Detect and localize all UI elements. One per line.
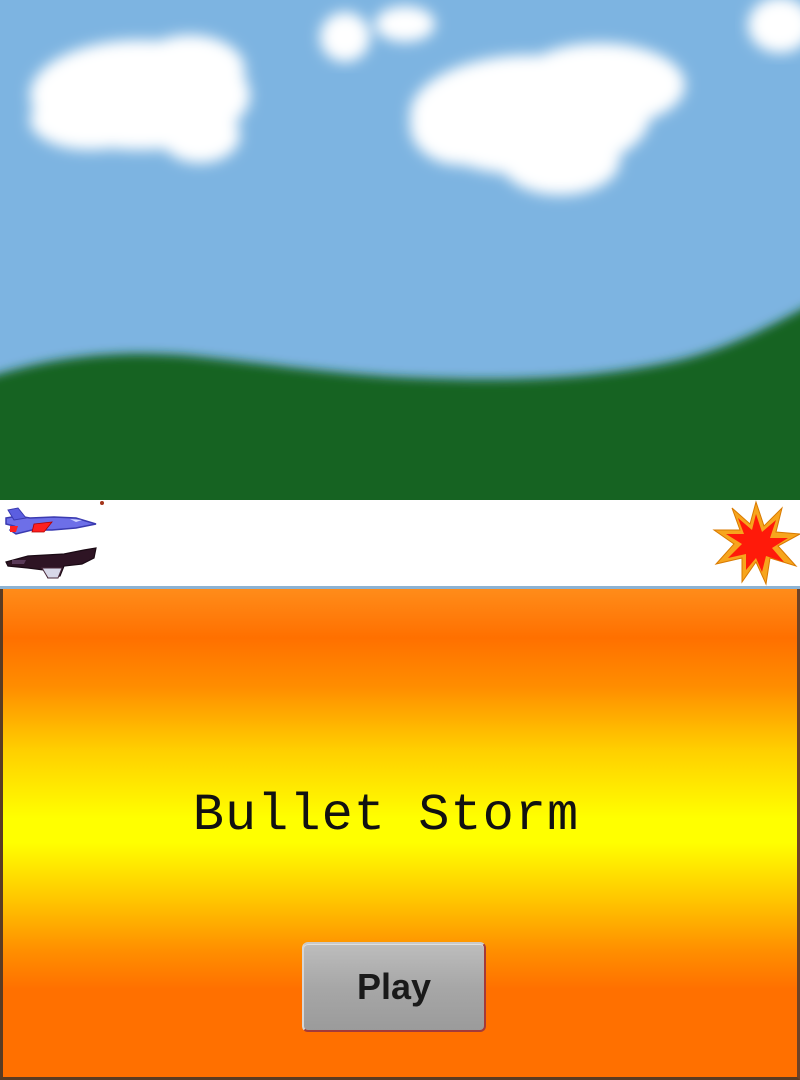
sky-background	[0, 0, 800, 500]
title-screen: Bullet Storm Play	[0, 589, 800, 1080]
enemy-jet-icon	[5, 547, 97, 579]
explosion-icon	[712, 500, 800, 586]
sprite-sheet-strip	[0, 500, 800, 586]
player-jet-icon	[5, 507, 97, 535]
bullet-icon	[100, 501, 104, 505]
play-button[interactable]: Play	[302, 942, 486, 1032]
game-title: Bullet Storm	[192, 786, 580, 845]
